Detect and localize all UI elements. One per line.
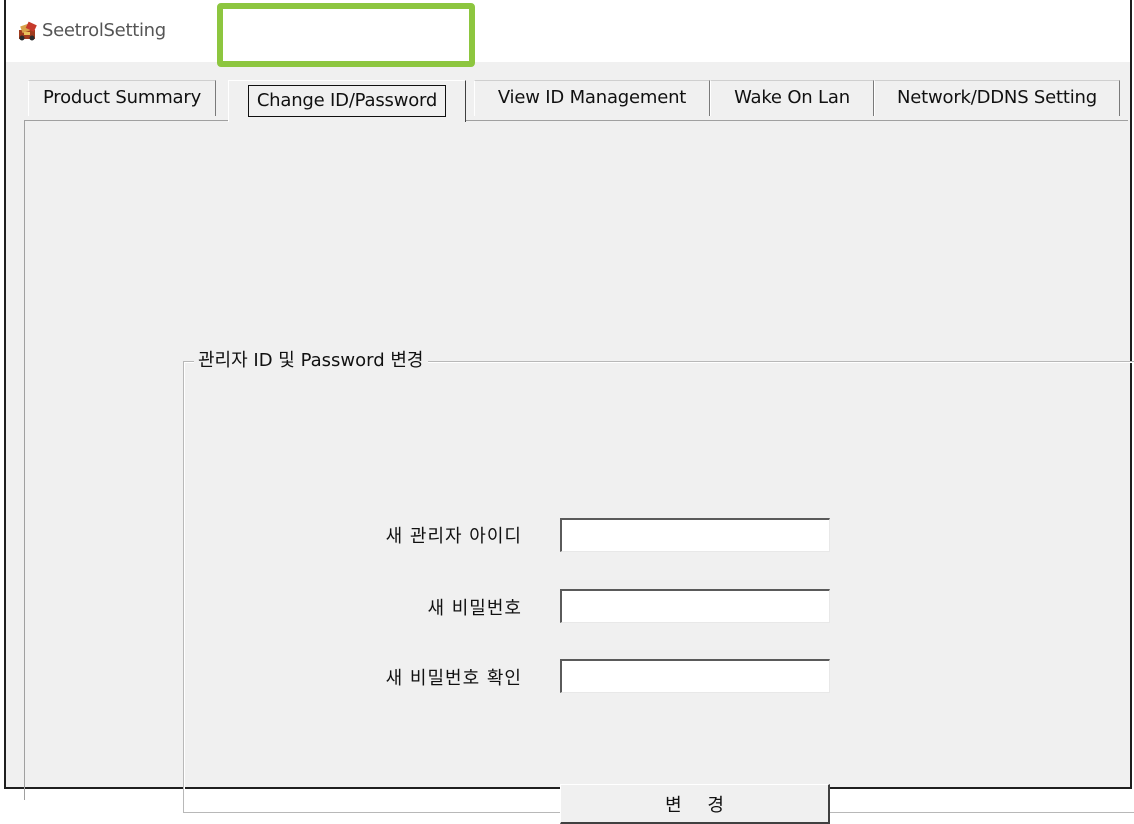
- new-admin-id-label: 새 관리자 아이디: [385, 526, 522, 547]
- tab-view-id-management[interactable]: View ID Management: [474, 80, 710, 116]
- highlight-box: [217, 3, 475, 67]
- tab-panel: 관리자 ID 및 Password 변경 새 관리자 아이디 새 비밀번호 새 …: [24, 120, 1134, 824]
- tab-wake-on-lan[interactable]: Wake On Lan: [710, 80, 874, 116]
- title-bar: SeetrolSetting: [6, 0, 1130, 62]
- confirm-password-input[interactable]: [560, 659, 830, 693]
- tab-label: Network/DDNS Setting: [896, 87, 1097, 108]
- tab-label: Product Summary: [42, 87, 202, 108]
- change-button[interactable]: 변 경: [560, 784, 830, 824]
- tab-network-ddns-setting[interactable]: Network/DDNS Setting: [874, 80, 1120, 116]
- new-password-input[interactable]: [560, 589, 830, 623]
- tab-product-summary[interactable]: Product Summary: [28, 80, 216, 116]
- groupbox-title: 관리자 ID 및 Password 변경: [194, 346, 428, 372]
- new-admin-id-input[interactable]: [560, 518, 830, 552]
- tab-label: Wake On Lan: [734, 87, 850, 108]
- tab-label: View ID Management: [497, 87, 687, 108]
- tab-change-id-password[interactable]: Change ID/Password: [228, 80, 466, 122]
- app-window: SeetrolSetting 관리자 ID 및 Password 변경 새 관리…: [4, 0, 1134, 824]
- confirm-password-label: 새 비밀번호 확인: [385, 668, 522, 689]
- window-title: SeetrolSetting: [42, 20, 166, 41]
- app-icon: [16, 21, 40, 41]
- tab-label: Change ID/Password: [247, 85, 447, 117]
- change-credentials-groupbox: 관리자 ID 및 Password 변경 새 관리자 아이디 새 비밀번호 새 …: [183, 346, 1134, 824]
- new-password-label: 새 비밀번호: [427, 598, 522, 619]
- client-area: 관리자 ID 및 Password 변경 새 관리자 아이디 새 비밀번호 새 …: [6, 62, 1134, 824]
